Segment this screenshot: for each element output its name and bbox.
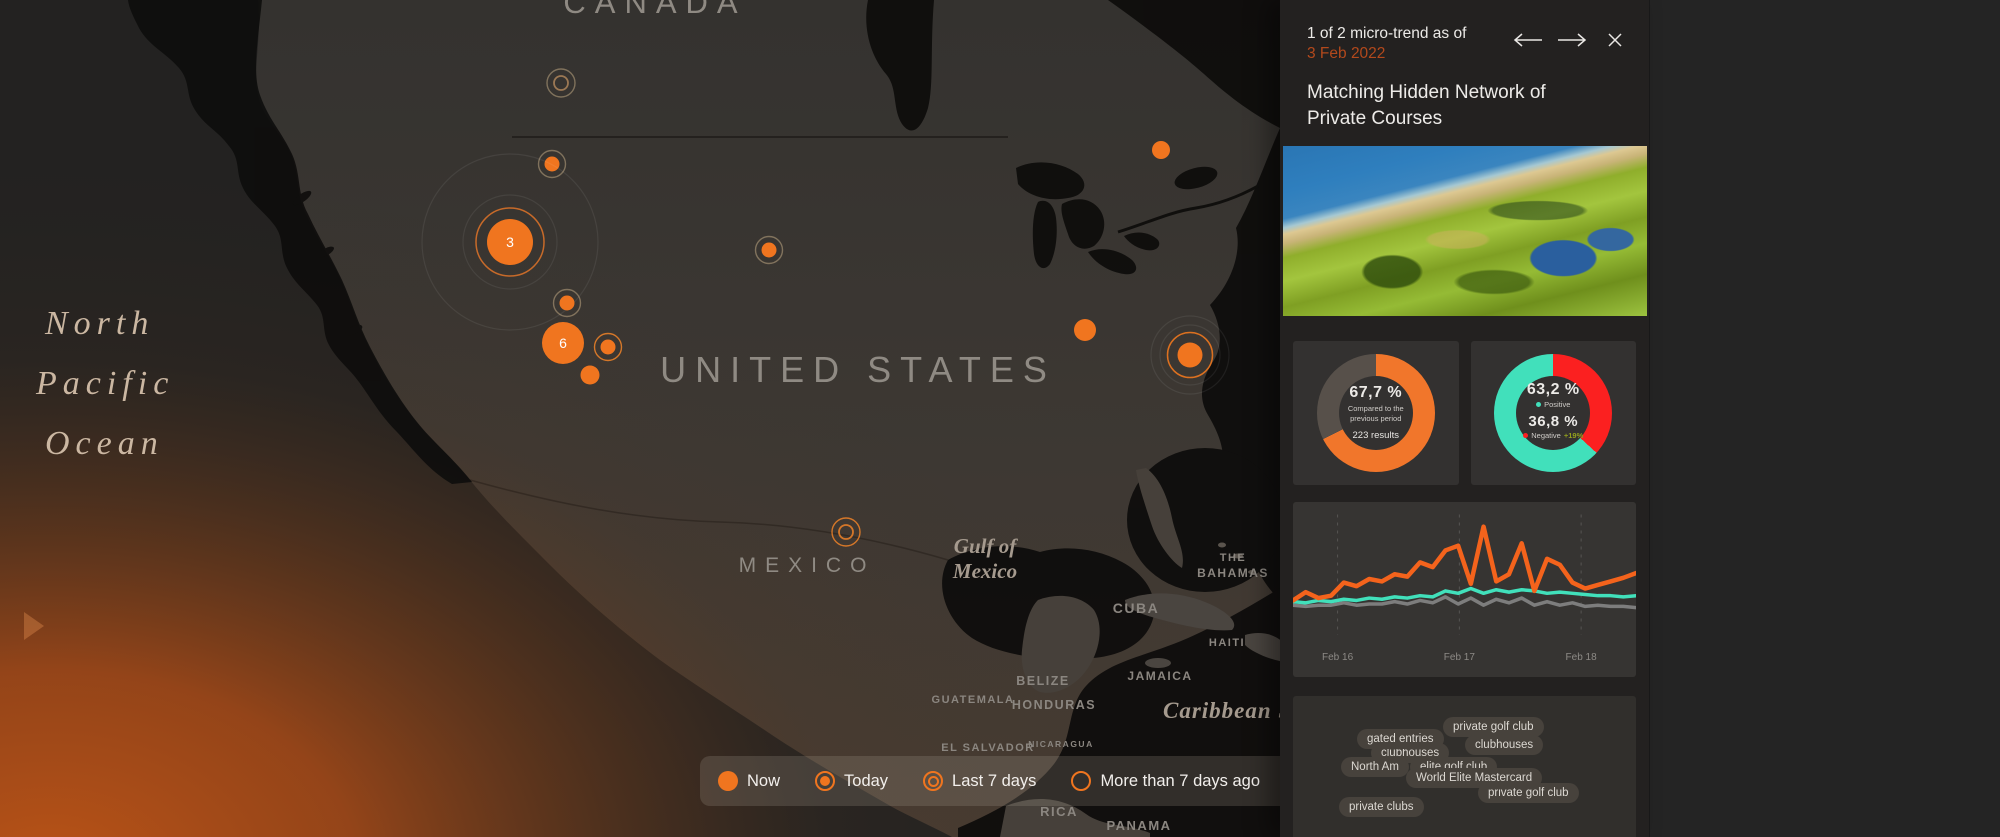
x-tick-label: Feb 16 [1322,652,1353,663]
legend-label: More than 7 days ago [1100,772,1260,791]
map-label-north-pacific-3: Ocean [45,425,164,462]
prev-trend-button[interactable] [1513,32,1543,48]
cluster-count: 3 [506,234,514,250]
background-area [1649,0,2000,837]
trend-line-chart [1293,512,1636,640]
double-ring-icon [923,771,943,791]
map-label-gulf-1: Gulf of [954,534,1018,558]
trend-date: 3 Feb 2022 [1307,45,1385,62]
marker-now[interactable] [581,366,600,385]
map-label-mexico: MEXICO [739,554,876,577]
red-dot-icon [1523,433,1528,438]
results-donut-card: 67,7 % Compared to the previous period 2… [1293,341,1459,485]
x-tick-label: Feb 18 [1566,652,1597,663]
trend-counter: 1 of 2 micro-trend as of 3 Feb 2022 [1307,24,1513,64]
negative-pct: 36,8 % [1528,413,1578,430]
trend-counter-text: 1 of 2 micro-trend as of [1307,25,1466,42]
map-label-guatemala: GUATEMALA [932,694,1015,706]
map-canvas: CANADA UNITED STATES MEXICO North Pacifi… [0,0,1280,837]
solid-circle-icon [718,771,738,791]
arrow-right-icon [1557,32,1587,48]
trend-photo [1283,146,1647,316]
legend-item-now: Now [718,771,780,791]
map-label-jamaica: JAMAICA [1127,669,1192,683]
legend-label: Last 7 days [952,772,1036,791]
donut-cards-row: 67,7 % Compared to the previous period 2… [1293,341,1636,485]
legend-label: Now [747,772,780,791]
marker-today[interactable] [601,340,616,355]
tag-cloud-card: private golf clubclubhousesclubhousesgat… [1293,696,1636,837]
dot-ring-icon [815,771,835,791]
teal-dot-icon [1536,402,1541,407]
positive-legend: Positive [1536,400,1570,409]
results-count: 223 results [1353,430,1399,441]
map-label-canada: CANADA [563,0,746,20]
map-label-belize: BELIZE [1016,674,1069,688]
close-icon [1607,32,1623,48]
tag-pill[interactable]: gated entries [1357,729,1444,749]
results-donut-chart: 67,7 % Compared to the previous period 2… [1317,354,1435,472]
map-label-nicaragua: NICARAGUA [1028,739,1093,749]
trend-line-chart-card: Feb 16 Feb 17 Feb 18 [1293,502,1636,677]
map-label-haiti: HAITI [1209,637,1245,649]
ring-icon [1071,771,1091,791]
sentiment-donut-card: 63,2 % Positive 36,8 % Negative +19% [1471,341,1637,485]
map-label-el-salvador: EL SALVADOR [941,742,1035,754]
panel-header: 1 of 2 micro-trend as of 3 Feb 2022 [1280,0,1649,64]
marker-today[interactable] [762,243,777,258]
map-region[interactable]: CANADA UNITED STATES MEXICO North Pacifi… [0,0,1280,837]
map-label-north-pacific-1: North [44,305,154,342]
map-label-rica: RICA [1040,804,1078,819]
app-window: CANADA UNITED STATES MEXICO North Pacifi… [0,0,2000,837]
tag-pill[interactable]: World Elite Mastercard [1406,768,1542,788]
legend-item-today: Today [815,771,888,791]
map-label-bahamas: BAHAMAS [1197,566,1269,580]
micro-trend-panel: 1 of 2 micro-trend as of 3 Feb 2022 [1280,0,1649,837]
cluster-count: 6 [559,335,567,351]
negative-delta: +19% [1564,431,1583,440]
tag-pill[interactable]: North Am [1341,757,1409,777]
panel-nav [1513,32,1623,48]
map-label-gulf-2: Mexico [952,559,1017,583]
map-label-the: THE [1220,552,1247,564]
tag-pill[interactable]: clubhouses [1465,735,1543,755]
sentiment-donut-chart: 63,2 % Positive 36,8 % Negative +19% [1494,354,1612,472]
x-tick-label: Feb 17 [1444,652,1475,663]
close-panel-button[interactable] [1607,32,1623,48]
results-pct: 67,7 % [1349,384,1402,402]
next-trend-button[interactable] [1557,32,1587,48]
tag-pill[interactable]: private clubs [1339,797,1424,817]
positive-pct: 63,2 % [1527,381,1580,399]
tag-pill[interactable]: private golf club [1443,717,1544,737]
marker-pulse[interactable] [1178,343,1203,368]
negative-legend: Negative +19% [1523,431,1583,440]
marker-now[interactable] [1152,141,1170,159]
jamaica-island [1145,658,1171,668]
map-label-united-states: UNITED STATES [660,349,1056,390]
legend-item-older: More than 7 days ago [1071,771,1260,791]
map-label-caribbean: Caribbean S [1163,698,1280,723]
time-legend: Now Today Last 7 days More than 7 days a… [700,756,1280,806]
results-caption: Compared to the previous period [1348,404,1404,424]
legend-item-last-7-days: Last 7 days [923,771,1036,791]
map-label-north-pacific-2: Pacific [35,365,174,402]
map-label-cuba: CUBA [1113,600,1159,616]
trend-title: Matching Hidden Network of Private Cours… [1280,64,1649,131]
chart-x-axis: Feb 16 Feb 17 Feb 18 [1293,652,1636,666]
legend-label: Today [844,772,888,791]
arrow-left-icon [1513,32,1543,48]
map-label-honduras: HONDURAS [1012,698,1096,712]
marker-today[interactable] [560,296,575,311]
marker-now[interactable] [1074,319,1096,341]
map-label-panama: PANAMA [1106,818,1171,833]
